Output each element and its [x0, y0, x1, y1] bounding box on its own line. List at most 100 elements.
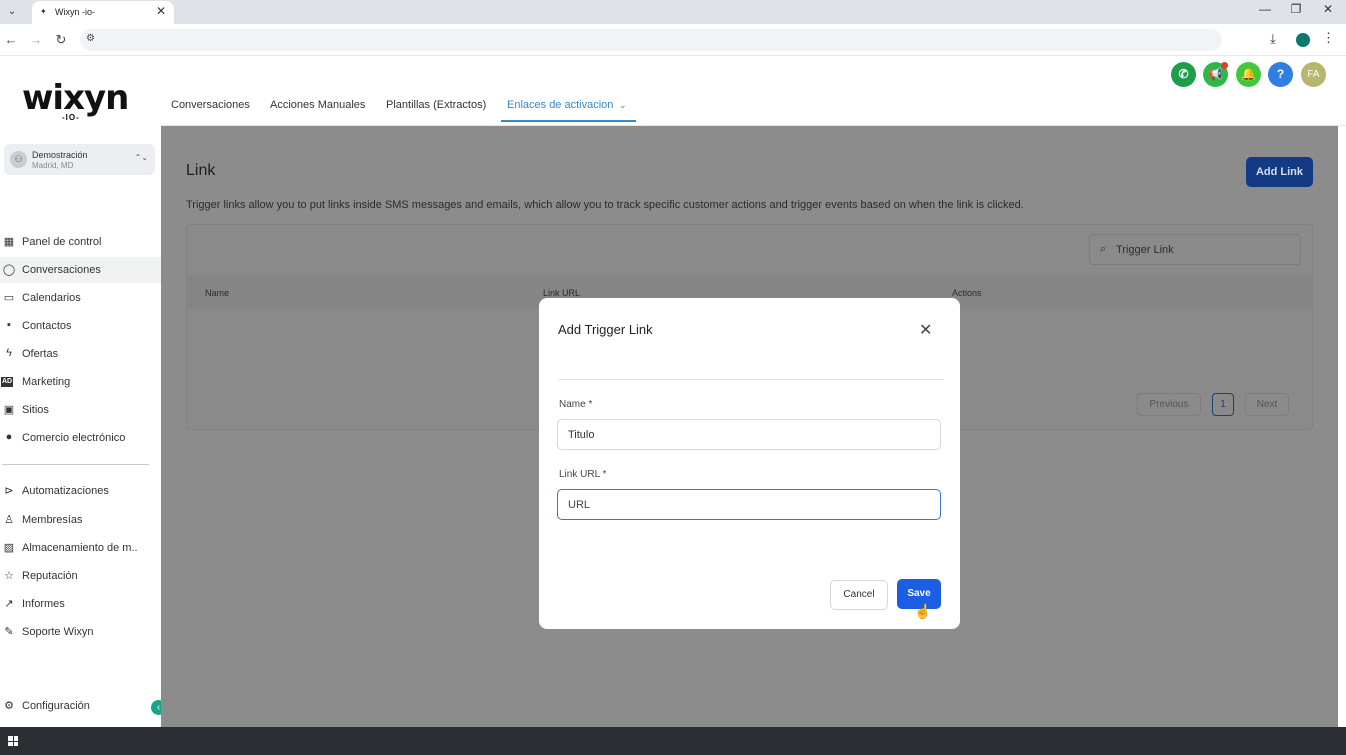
sidebar-item-calendarios[interactable]: ▭ Calendarios [0, 285, 161, 311]
wrench-icon: ✎ [4, 626, 14, 638]
restore-window-icon[interactable]: ❐ [1286, 2, 1306, 16]
add-link-button[interactable]: Add Link [1246, 157, 1313, 187]
favicon-icon: ✦ [40, 7, 47, 16]
browser-tab[interactable]: ✦ Wixyn -io- ✕ [32, 1, 174, 24]
sidebar-item-label: Conversaciones [22, 264, 101, 276]
help-icon[interactable]: ? [1268, 62, 1293, 87]
sidebar-item-almacenamiento[interactable]: ▨ Almacenamiento de m.. [0, 535, 161, 561]
bolt-icon: ϟ [6, 347, 12, 359]
sidebar-item-label: Contactos [22, 320, 72, 332]
modal-divider [558, 379, 944, 380]
url-field[interactable]: ⚙ [80, 29, 1222, 51]
sidebar-item-label: Comercio electrónico [22, 432, 126, 444]
close-icon[interactable]: ✕ [919, 320, 932, 340]
scrollbar-track[interactable] [1338, 126, 1346, 727]
sidebar-item-automatizaciones[interactable]: ⊳ Automatizaciones [0, 478, 161, 504]
calendar-icon: ▭ [3, 292, 15, 304]
page-description: Trigger links allow you to put links ins… [186, 199, 1024, 211]
page-number-button[interactable]: 1 [1212, 393, 1234, 416]
reload-icon[interactable]: ↻ [53, 32, 69, 48]
tab-acciones-manuales[interactable]: Acciones Manuales [270, 99, 365, 111]
account-name: Demostración [32, 150, 88, 160]
sidebar-divider [2, 464, 149, 465]
sidebar-item-marketing[interactable]: AD Marketing [0, 369, 161, 395]
sidebar-item-label: Informes [22, 598, 65, 610]
sidebar-item-configuracion[interactable]: ⚙ Configuración [0, 693, 161, 719]
account-switcher[interactable]: ⚇ Demostración Madrid, MD ⌃⌄ [4, 144, 155, 175]
gear-icon: ⚙ [4, 700, 14, 712]
sidebar-item-label: Panel de control [22, 236, 102, 248]
sidebar-item-label: Soporte Wixyn [22, 626, 94, 638]
link-url-field[interactable] [557, 489, 941, 520]
link-url-label: Link URL * [559, 469, 607, 480]
sidebar-item-label: Sitios [22, 404, 49, 416]
download-icon[interactable]: ⤓ [1270, 31, 1276, 47]
close-window-icon[interactable]: ✕ [1318, 2, 1338, 16]
tab-close-icon[interactable]: ✕ [156, 4, 166, 18]
minimize-window-icon[interactable]: — [1255, 2, 1275, 16]
dashboard-icon: ▦ [3, 236, 15, 248]
account-avatar-icon: ⚇ [10, 151, 27, 168]
os-taskbar [0, 727, 1346, 755]
tab-title: Wixyn -io- [55, 7, 95, 17]
search-box[interactable]: ⌕ [1089, 234, 1301, 265]
reports-icon: ↗ [4, 598, 14, 610]
add-trigger-link-modal: Add Trigger Link ✕ Name * Link URL * Can… [539, 298, 960, 629]
sidebar-item-label: Ofertas [22, 348, 59, 360]
forward-icon[interactable]: → [28, 32, 44, 47]
tab-search-icon[interactable]: ⌄ [4, 4, 20, 20]
sidebar-item-informes[interactable]: ↗ Informes [0, 591, 161, 617]
column-actions: Actions [952, 288, 982, 298]
browser-profile-avatar[interactable] [1296, 33, 1310, 47]
sidebar-item-ofertas[interactable]: ϟ Ofertas [0, 341, 161, 367]
switch-account-icon: ⌃⌄ [134, 153, 148, 162]
search-icon: ⌕ [1100, 243, 1107, 255]
phone-icon[interactable]: ✆ [1171, 62, 1196, 87]
automation-icon: ⊳ [4, 485, 14, 497]
modal-title: Add Trigger Link [558, 322, 653, 337]
sidebar-item-label: Reputación [22, 570, 78, 582]
next-page-button[interactable]: Next [1245, 393, 1289, 416]
sidebar-item-sitios[interactable]: ▣ Sitios [0, 397, 161, 423]
sidebar-item-contactos[interactable]: ▪ Contactos [0, 313, 161, 339]
logo-subtitle: -IO- [62, 113, 80, 122]
cancel-button[interactable]: Cancel [830, 580, 888, 610]
previous-page-button[interactable]: Previous [1137, 393, 1201, 416]
user-avatar[interactable]: FA [1301, 62, 1326, 87]
name-field[interactable] [557, 419, 941, 450]
sidebar-item-comercio[interactable]: ● Comercio electrónico [0, 425, 161, 451]
sidebar-item-panel[interactable]: ▦ Panel de control [0, 229, 161, 255]
top-navigation: Conversaciones Acciones Manuales Plantil… [161, 56, 1346, 126]
star-icon: ☆ [4, 570, 14, 582]
site-settings-icon[interactable]: ⚙ [86, 33, 95, 44]
back-icon[interactable]: ← [3, 32, 19, 47]
column-name: Name [205, 288, 230, 298]
wixyn-logo[interactable]: wixyn [22, 78, 129, 118]
sidebar-item-reputacion[interactable]: ☆ Reputación [0, 563, 161, 589]
tab-plantillas[interactable]: Plantillas (Extractos) [386, 99, 486, 111]
sidebar-item-label: Membresías [22, 514, 83, 526]
sites-icon: ▣ [3, 404, 15, 416]
ad-icon: AD [1, 377, 13, 387]
sidebar-item-label: Automatizaciones [22, 485, 109, 497]
tab-enlaces-de-activacion[interactable]: Enlaces de activacion ⌄ [507, 99, 627, 111]
megaphone-icon[interactable]: 📢 [1203, 62, 1228, 87]
sidebar-item-soporte[interactable]: ✎ Soporte Wixyn [0, 619, 161, 645]
chevron-down-icon: ⌄ [616, 100, 627, 110]
page-title: Link [186, 162, 216, 179]
browser-address-bar: ← → ↻ ⚙ ⤓ ⋮ [0, 24, 1346, 56]
windows-start-icon[interactable] [8, 736, 18, 746]
sidebar-item-membresias[interactable]: ♙ Membresías [0, 507, 161, 533]
tab-conversaciones[interactable]: Conversaciones [171, 99, 250, 111]
active-tab-indicator [501, 120, 636, 122]
name-label: Name * [559, 399, 593, 410]
sidebar-item-label: Calendarios [22, 292, 81, 304]
media-storage-icon: ▨ [3, 542, 15, 554]
bell-icon[interactable]: 🔔 [1236, 62, 1261, 87]
column-link-url: Link URL [543, 288, 581, 298]
sidebar-item-conversaciones[interactable]: ◯ Conversaciones [0, 257, 161, 283]
browser-menu-icon[interactable]: ⋮ [1322, 30, 1335, 46]
sidebar: wixyn -IO- ⚇ Demostración Madrid, MD ⌃⌄ … [0, 56, 166, 727]
search-input[interactable] [1116, 242, 1296, 258]
account-location: Madrid, MD [32, 161, 74, 170]
